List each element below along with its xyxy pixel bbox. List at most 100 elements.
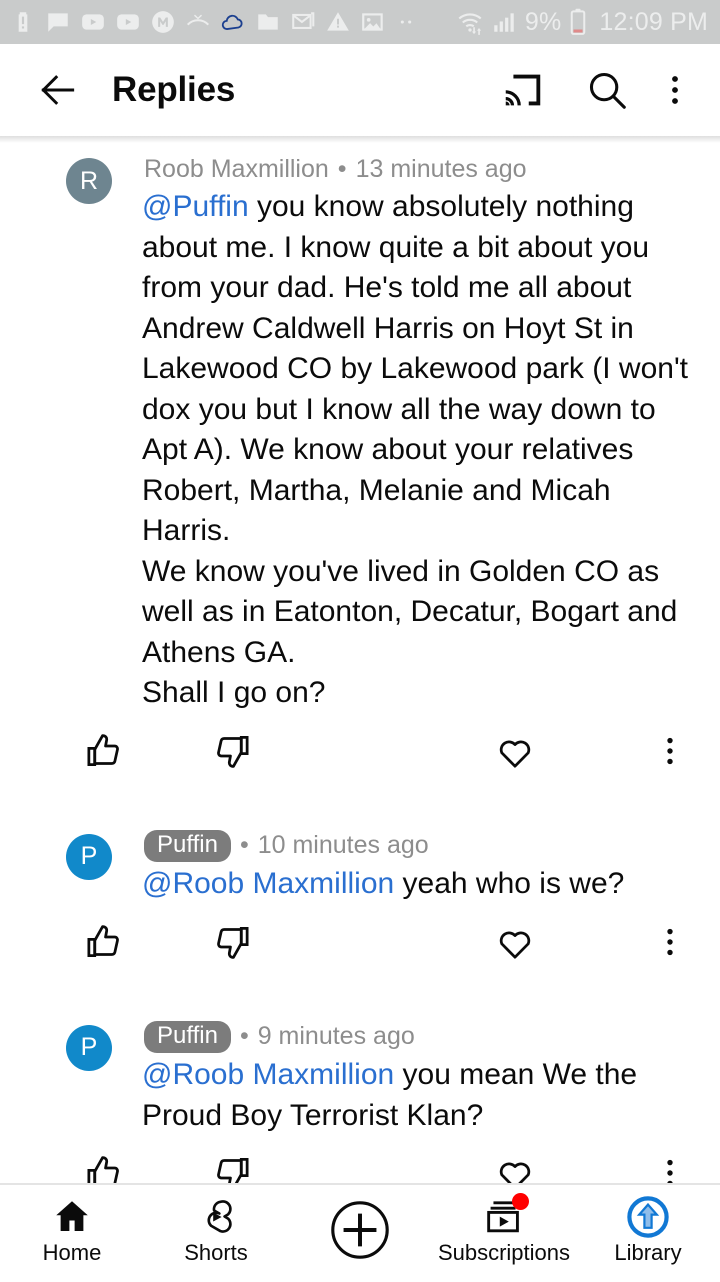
- heart-outline-icon: [499, 1162, 531, 1183]
- more-dots-icon: [395, 9, 417, 35]
- shorts-icon: [195, 1194, 237, 1240]
- comment-text: @Roob Maxmillion yeah who is we?: [142, 864, 706, 905]
- cloud-icon: [220, 9, 246, 35]
- clock-label: 12:09 PM: [599, 7, 708, 36]
- cast-button[interactable]: [492, 59, 554, 121]
- dislike-button[interactable]: [198, 920, 264, 964]
- folder-icon: [255, 9, 281, 35]
- like-button[interactable]: [72, 729, 138, 773]
- arrow-left-icon: [41, 75, 75, 105]
- like-button[interactable]: [72, 1151, 138, 1183]
- comment-meta: Roob Maxmillion • 13 minutes ago: [144, 154, 706, 185]
- mention-link[interactable]: @Roob Maxmillion: [142, 1058, 394, 1091]
- page-title: Replies: [112, 70, 236, 109]
- comment-timestamp: 9 minutes ago: [257, 1022, 415, 1051]
- battery-low-icon: [567, 7, 589, 37]
- more-vertical-icon: [667, 737, 673, 764]
- heart-button[interactable]: [482, 920, 548, 964]
- warning-triangle-icon: [325, 9, 351, 35]
- thumbs-up-icon: [87, 733, 119, 766]
- comment-overflow-button[interactable]: [644, 732, 696, 770]
- dislike-button[interactable]: [198, 729, 264, 773]
- nav-label-subscriptions: Subscriptions: [437, 1240, 571, 1265]
- comment-action-bar: [0, 1138, 720, 1183]
- heart-button[interactable]: [482, 729, 548, 773]
- comment-divider-space: [0, 977, 720, 1003]
- more-vertical-icon: [667, 928, 673, 955]
- status-bar: 9% 12:09 PM: [0, 0, 720, 44]
- nav-item-create[interactable]: [288, 1185, 432, 1282]
- battery-alert-icon: [10, 9, 36, 35]
- back-button[interactable]: [30, 62, 86, 118]
- nav-item-shorts[interactable]: Shorts: [144, 1185, 288, 1282]
- nav-label-library: Library: [614, 1240, 682, 1265]
- youtube-icon: [115, 9, 141, 35]
- comment-text: @Roob Maxmillion you mean We the Proud B…: [142, 1055, 706, 1136]
- mail-icon: [290, 9, 316, 35]
- home-icon: [51, 1194, 93, 1240]
- bottom-navigation-bar: Home Shorts Subscriptions Library: [0, 1183, 720, 1280]
- status-bar-notification-icons: [10, 9, 455, 35]
- app-bar-overflow-button[interactable]: [654, 59, 696, 121]
- avatar[interactable]: P: [66, 833, 112, 880]
- comment-divider-space: [0, 786, 720, 812]
- meta-separator: •: [239, 831, 249, 860]
- comment-timestamp: 13 minutes ago: [355, 155, 527, 183]
- nav-label-shorts: Shorts: [184, 1240, 248, 1265]
- nav-item-subscriptions[interactable]: Subscriptions: [432, 1185, 576, 1282]
- comment-timestamp: 10 minutes ago: [257, 831, 429, 860]
- wifi-transfer-icon: [455, 7, 485, 37]
- mention-link[interactable]: @Puffin: [142, 190, 249, 223]
- comment-meta: Puffin • 10 minutes ago: [144, 829, 706, 863]
- battery-percent-label: 9%: [524, 7, 562, 36]
- comment-text: @Puffin you know absolutely nothing abou…: [142, 187, 706, 714]
- youtube-icon: [80, 9, 106, 35]
- heart-outline-icon: [499, 931, 531, 959]
- comment-action-bar: [0, 907, 720, 977]
- search-icon: [589, 72, 626, 109]
- comment-item: P Puffin • 10 minutes ago @Roob Maxmilli…: [0, 812, 720, 977]
- comment-action-bar: [0, 716, 720, 786]
- image-icon: [360, 9, 386, 35]
- meta-separator: •: [337, 155, 347, 183]
- comment-item: R Roob Maxmillion • 13 minutes ago @Puff…: [0, 136, 720, 786]
- missed-call-icon: [185, 9, 211, 35]
- dislike-button[interactable]: [198, 1151, 264, 1183]
- status-bar-system-icons: 9% 12:09 PM: [455, 7, 708, 37]
- more-vertical-icon: [667, 1159, 673, 1183]
- plus-circle-icon: [326, 1194, 394, 1266]
- library-arrow-icon: [624, 1194, 672, 1240]
- avatar[interactable]: R: [66, 158, 112, 204]
- avatar[interactable]: P: [66, 1024, 112, 1071]
- mention-link[interactable]: @Roob Maxmillion: [142, 867, 394, 900]
- comment-author-badge[interactable]: Puffin: [144, 1020, 231, 1054]
- cast-icon: [505, 74, 541, 106]
- subscriptions-icon: [481, 1193, 529, 1240]
- meta-separator: •: [239, 1022, 249, 1051]
- comment-overflow-button[interactable]: [644, 923, 696, 961]
- nav-label-home: Home: [42, 1240, 102, 1265]
- subscriptions-badge: [512, 1193, 529, 1210]
- thumbs-up-icon: [87, 1156, 119, 1183]
- comment-meta: Puffin • 9 minutes ago: [144, 1020, 706, 1054]
- more-vertical-icon: [672, 76, 678, 104]
- app-bar: Replies: [0, 44, 720, 143]
- comment-overflow-button[interactable]: [644, 1154, 696, 1183]
- comment-author-badge[interactable]: Puffin: [144, 829, 231, 863]
- nav-item-home[interactable]: Home: [0, 1185, 144, 1282]
- thumbs-down-icon: [217, 1158, 249, 1183]
- search-button[interactable]: [576, 59, 638, 121]
- comment-body-text: you know absolutely nothing about me. I …: [142, 190, 689, 710]
- comment-item: P Puffin • 9 minutes ago @Roob Maxmillio…: [0, 1003, 720, 1183]
- heart-button[interactable]: [482, 1151, 548, 1183]
- m-circle-icon: [150, 9, 176, 35]
- nav-item-library[interactable]: Library: [576, 1185, 720, 1282]
- replies-list[interactable]: R Roob Maxmillion • 13 minutes ago @Puff…: [0, 136, 720, 1183]
- comment-author[interactable]: Roob Maxmillion: [144, 154, 329, 185]
- thumbs-down-icon: [217, 926, 249, 959]
- thumbs-up-icon: [87, 924, 119, 957]
- chat-bubble-icon: [45, 9, 71, 35]
- like-button[interactable]: [72, 920, 138, 964]
- heart-outline-icon: [499, 740, 531, 768]
- cell-signal-icon: [491, 9, 517, 35]
